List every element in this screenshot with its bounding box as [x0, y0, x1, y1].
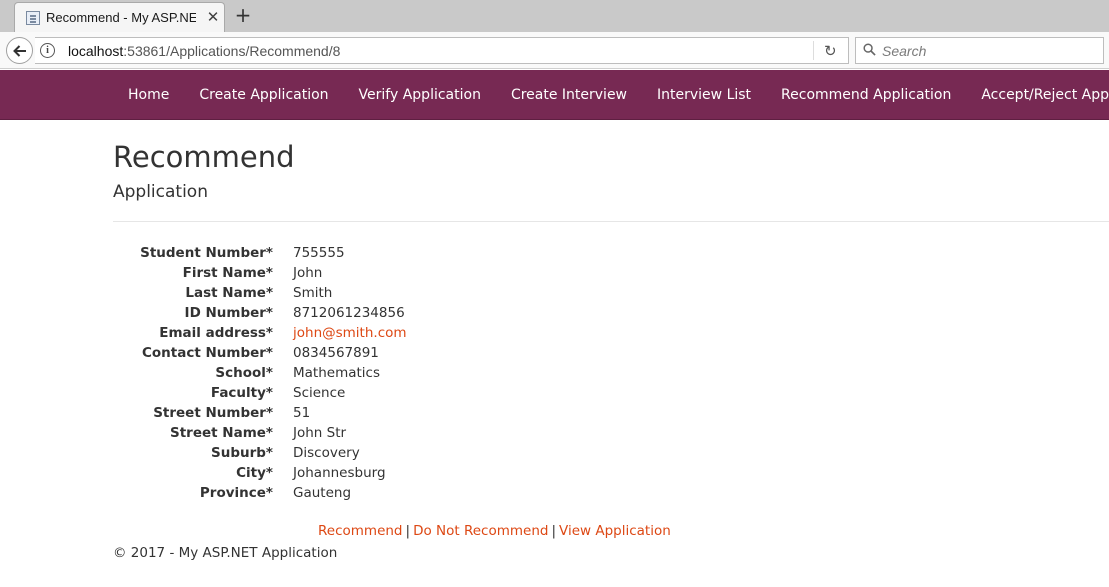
nav-item-accept-reject-application[interactable]: Accept/Reject Application [966, 70, 1109, 120]
search-input[interactable] [882, 42, 1097, 60]
detail-value: Science [293, 385, 346, 401]
footer-copyright: © 2017 - My ASP.NET Application [113, 545, 338, 561]
detail-label: Faculty* [210, 385, 273, 401]
divider [113, 221, 1109, 222]
detail-label: ID Number* [184, 305, 273, 321]
detail-label: Street Name* [170, 425, 273, 441]
detail-label: Email address* [159, 325, 273, 341]
browser-tab-bar: Recommend - My ASP.NET ✕ + [0, 0, 1109, 32]
reload-icon[interactable]: ↻ [824, 42, 837, 60]
detail-row-student-number: Student Number* 755555 [113, 243, 713, 263]
url-separator [813, 41, 814, 60]
detail-label: School* [215, 365, 273, 381]
detail-value: Mathematics [293, 365, 380, 381]
detail-label: Province* [199, 485, 273, 501]
back-button[interactable] [6, 37, 33, 64]
detail-row-province: Province* Gauteng [113, 483, 713, 503]
detail-value: 0834567891 [293, 345, 379, 361]
url-text[interactable]: localhost:53861/Applications/Recommend/8 [68, 43, 340, 59]
site-info-icon[interactable]: i [40, 43, 55, 58]
new-tab-icon[interactable]: + [233, 5, 253, 25]
detail-value: Smith [293, 285, 333, 301]
page-subtitle: Application [113, 182, 208, 202]
detail-label: Contact Number* [141, 345, 273, 361]
detail-value: John Str [293, 425, 347, 441]
detail-value: John [293, 265, 323, 281]
nav-links: Home Create Application Verify Applicati… [113, 70, 1109, 120]
nav-item-home[interactable]: Home [113, 70, 184, 120]
url-host: localhost [68, 43, 124, 59]
detail-row-school: School* Mathematics [113, 363, 713, 383]
detail-row-last-name: Last Name* Smith [113, 283, 713, 303]
detail-label: Student Number* [140, 245, 273, 261]
detail-row-id-number: ID Number* 8712061234856 [113, 303, 713, 323]
email-link[interactable]: john@smith.com [293, 325, 407, 341]
detail-row-street-name: Street Name* John Str [113, 423, 713, 443]
application-details: Student Number* 755555 First Name* John … [113, 243, 713, 503]
site-navbar: Home Create Application Verify Applicati… [0, 70, 1109, 120]
detail-value: 755555 [293, 245, 345, 261]
tab-title: Recommend - My ASP.NET [46, 10, 196, 25]
nav-item-create-application[interactable]: Create Application [184, 70, 343, 120]
page-favicon-icon [26, 11, 40, 25]
detail-value: 51 [293, 405, 311, 421]
close-tab-icon[interactable]: ✕ [204, 8, 222, 26]
url-bar[interactable]: i localhost:53861/Applications/Recommend… [35, 37, 849, 64]
detail-value: Discovery [293, 445, 360, 461]
nav-item-interview-list[interactable]: Interview List [642, 70, 766, 120]
view-application-link[interactable]: View Application [559, 523, 671, 539]
url-path: :53861/Applications/Recommend/8 [123, 43, 341, 59]
detail-row-faculty: Faculty* Science [113, 383, 713, 403]
link-separator: | [551, 523, 557, 539]
recommend-link[interactable]: Recommend [318, 523, 403, 539]
browser-search-box[interactable] [855, 37, 1104, 64]
detail-value: 8712061234856 [293, 305, 405, 321]
detail-value: Johannesburg [293, 465, 386, 481]
detail-label: Suburb* [211, 445, 273, 461]
detail-row-city: City* Johannesburg [113, 463, 713, 483]
browser-toolbar: i localhost:53861/Applications/Recommend… [0, 32, 1109, 69]
detail-label: Street Number* [153, 405, 273, 421]
page-title: Recommend [113, 140, 295, 174]
search-icon [863, 43, 876, 56]
detail-row-contact-number: Contact Number* 0834567891 [113, 343, 713, 363]
do-not-recommend-link[interactable]: Do Not Recommend [413, 523, 548, 539]
nav-item-recommend-application[interactable]: Recommend Application [766, 70, 966, 120]
detail-label: City* [236, 465, 273, 481]
browser-tab[interactable]: Recommend - My ASP.NET ✕ [14, 2, 225, 32]
back-arrow-icon [13, 45, 26, 57]
detail-row-suburb: Suburb* Discovery [113, 443, 713, 463]
detail-label: Last Name* [185, 285, 273, 301]
detail-label: First Name* [182, 265, 273, 281]
detail-value: Gauteng [293, 485, 352, 501]
action-links: Recommend | Do Not Recommend | View Applicat… [318, 523, 671, 539]
link-separator: | [405, 523, 411, 539]
detail-row-street-number: Street Number* 51 [113, 403, 713, 423]
nav-item-verify-application[interactable]: Verify Application [344, 70, 496, 120]
nav-item-create-interview[interactable]: Create Interview [496, 70, 642, 120]
detail-row-email: Email address* john@smith.com [113, 323, 713, 343]
detail-row-first-name: First Name* John [113, 263, 713, 283]
